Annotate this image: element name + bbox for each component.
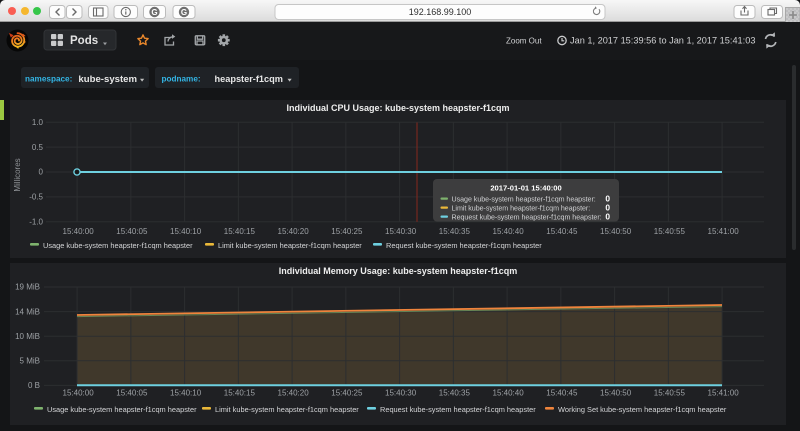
svg-text:15:40:35: 15:40:35 xyxy=(439,227,471,236)
svg-text:15:40:55: 15:40:55 xyxy=(654,227,686,236)
svg-text:-1.0: -1.0 xyxy=(29,218,43,227)
svg-text:Usage kube-system heapster-f1c: Usage kube-system heapster-f1cqm heapste… xyxy=(452,195,596,203)
svg-text:Individual Memory Usage: kube-: Individual Memory Usage: kube-system hea… xyxy=(279,266,518,276)
svg-text:G: G xyxy=(181,8,187,17)
svg-text:15:40:30: 15:40:30 xyxy=(385,389,417,398)
svg-text:15:40:55: 15:40:55 xyxy=(654,389,686,398)
svg-text:15:41:00: 15:41:00 xyxy=(708,227,740,236)
svg-text:Usage kube-system heapster-f1c: Usage kube-system heapster-f1cqm heapste… xyxy=(43,241,193,250)
svg-text:podname:: podname: xyxy=(162,75,201,84)
svg-text:Limit kube-system heapster-f1c: Limit kube-system heapster-f1cqm heapste… xyxy=(215,405,359,414)
svg-text:kube-system: kube-system xyxy=(78,74,137,85)
svg-text:Working Set kube-system heapst: Working Set kube-system heapster-f1cqm h… xyxy=(558,405,727,414)
svg-text:Jan 1, 2017 15:39:56 to Jan 1,: Jan 1, 2017 15:39:56 to Jan 1, 2017 15:4… xyxy=(570,36,755,46)
svg-text:Millicores: Millicores xyxy=(13,158,22,191)
svg-text:namespace:: namespace: xyxy=(25,75,72,84)
svg-text:15:41:00: 15:41:00 xyxy=(708,389,740,398)
svg-text:Limit kube-system heapster-f1c: Limit kube-system heapster-f1cqm heapste… xyxy=(452,204,591,212)
svg-text:0: 0 xyxy=(605,212,610,222)
svg-text:15:40:15: 15:40:15 xyxy=(224,389,256,398)
svg-text:15:40:15: 15:40:15 xyxy=(224,227,256,236)
svg-text:15:40:05: 15:40:05 xyxy=(116,389,148,398)
svg-text:15:40:10: 15:40:10 xyxy=(170,227,202,236)
svg-text:15:40:10: 15:40:10 xyxy=(170,389,202,398)
svg-text:2017-01-01 15:40:00: 2017-01-01 15:40:00 xyxy=(490,184,561,193)
svg-text:Request kube-system heapster-f: Request kube-system heapster-f1cqm heaps… xyxy=(386,241,542,250)
svg-text:15:40:35: 15:40:35 xyxy=(439,389,471,398)
svg-text:15:40:20: 15:40:20 xyxy=(278,227,310,236)
svg-text:heapster-f1cqm: heapster-f1cqm xyxy=(215,74,283,84)
svg-text:15:40:45: 15:40:45 xyxy=(546,389,578,398)
svg-text:Request kube-system heapster-f: Request kube-system heapster-f1cqm heaps… xyxy=(452,213,602,221)
svg-text:15:40:25: 15:40:25 xyxy=(331,389,363,398)
svg-text:G: G xyxy=(151,8,157,17)
svg-text:15:40:00: 15:40:00 xyxy=(63,389,95,398)
svg-text:Individual CPU Usage: kube-sys: Individual CPU Usage: kube-system heapst… xyxy=(286,103,509,113)
svg-text:15:40:45: 15:40:45 xyxy=(546,227,578,236)
svg-text:Zoom Out: Zoom Out xyxy=(506,37,542,46)
svg-text:15:40:05: 15:40:05 xyxy=(116,227,148,236)
svg-text:5 MiB: 5 MiB xyxy=(20,357,40,366)
svg-text:1.0: 1.0 xyxy=(32,118,44,127)
svg-text:0: 0 xyxy=(39,168,44,177)
svg-text:15:40:00: 15:40:00 xyxy=(63,227,95,236)
svg-text:0 B: 0 B xyxy=(28,381,40,390)
svg-text:0.5: 0.5 xyxy=(32,143,44,152)
svg-text:14 MiB: 14 MiB xyxy=(15,307,40,316)
svg-text:-0.5: -0.5 xyxy=(29,193,43,202)
svg-text:15:40:30: 15:40:30 xyxy=(385,227,417,236)
svg-text:10 MiB: 10 MiB xyxy=(15,332,40,341)
svg-text:15:40:20: 15:40:20 xyxy=(278,389,310,398)
svg-text:15:40:50: 15:40:50 xyxy=(600,389,632,398)
svg-text:Request kube-system heapster-f: Request kube-system heapster-f1cqm heaps… xyxy=(380,405,536,414)
svg-text:15:40:25: 15:40:25 xyxy=(331,227,363,236)
svg-text:15:40:40: 15:40:40 xyxy=(493,389,525,398)
svg-text:Limit kube-system heapster-f1c: Limit kube-system heapster-f1cqm heapste… xyxy=(218,241,362,250)
svg-text:Pods: Pods xyxy=(70,35,98,47)
svg-text:Usage kube-system heapster-f1c: Usage kube-system heapster-f1cqm heapste… xyxy=(47,405,197,414)
svg-text:19 MiB: 19 MiB xyxy=(15,283,40,292)
svg-text:15:40:50: 15:40:50 xyxy=(600,227,632,236)
svg-text:15:40:40: 15:40:40 xyxy=(493,227,525,236)
